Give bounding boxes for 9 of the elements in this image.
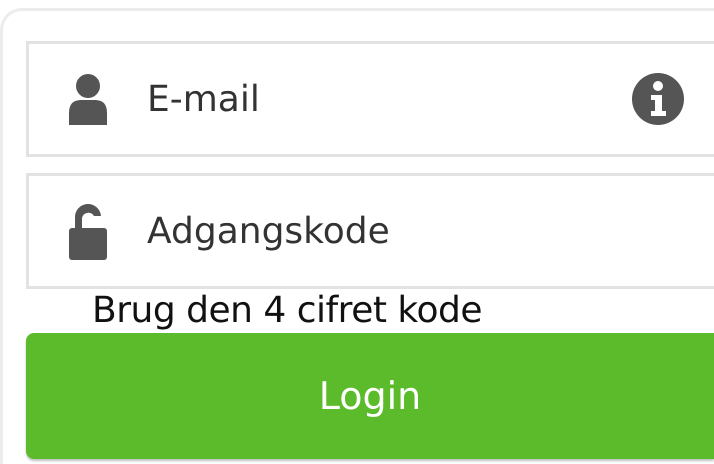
email-field[interactable]: E-mail bbox=[147, 74, 594, 124]
hint-text: Brug den 4 cifret kode bbox=[92, 289, 483, 333]
user-icon bbox=[67, 73, 109, 125]
info-icon[interactable] bbox=[632, 73, 684, 125]
login-button[interactable]: Login bbox=[26, 333, 714, 459]
password-field[interactable]: Adgangskode bbox=[26, 173, 714, 289]
email-field[interactable]: E-mail bbox=[26, 41, 714, 157]
password-field[interactable]: Adgangskode bbox=[147, 206, 684, 256]
padlock-icon bbox=[67, 202, 109, 260]
